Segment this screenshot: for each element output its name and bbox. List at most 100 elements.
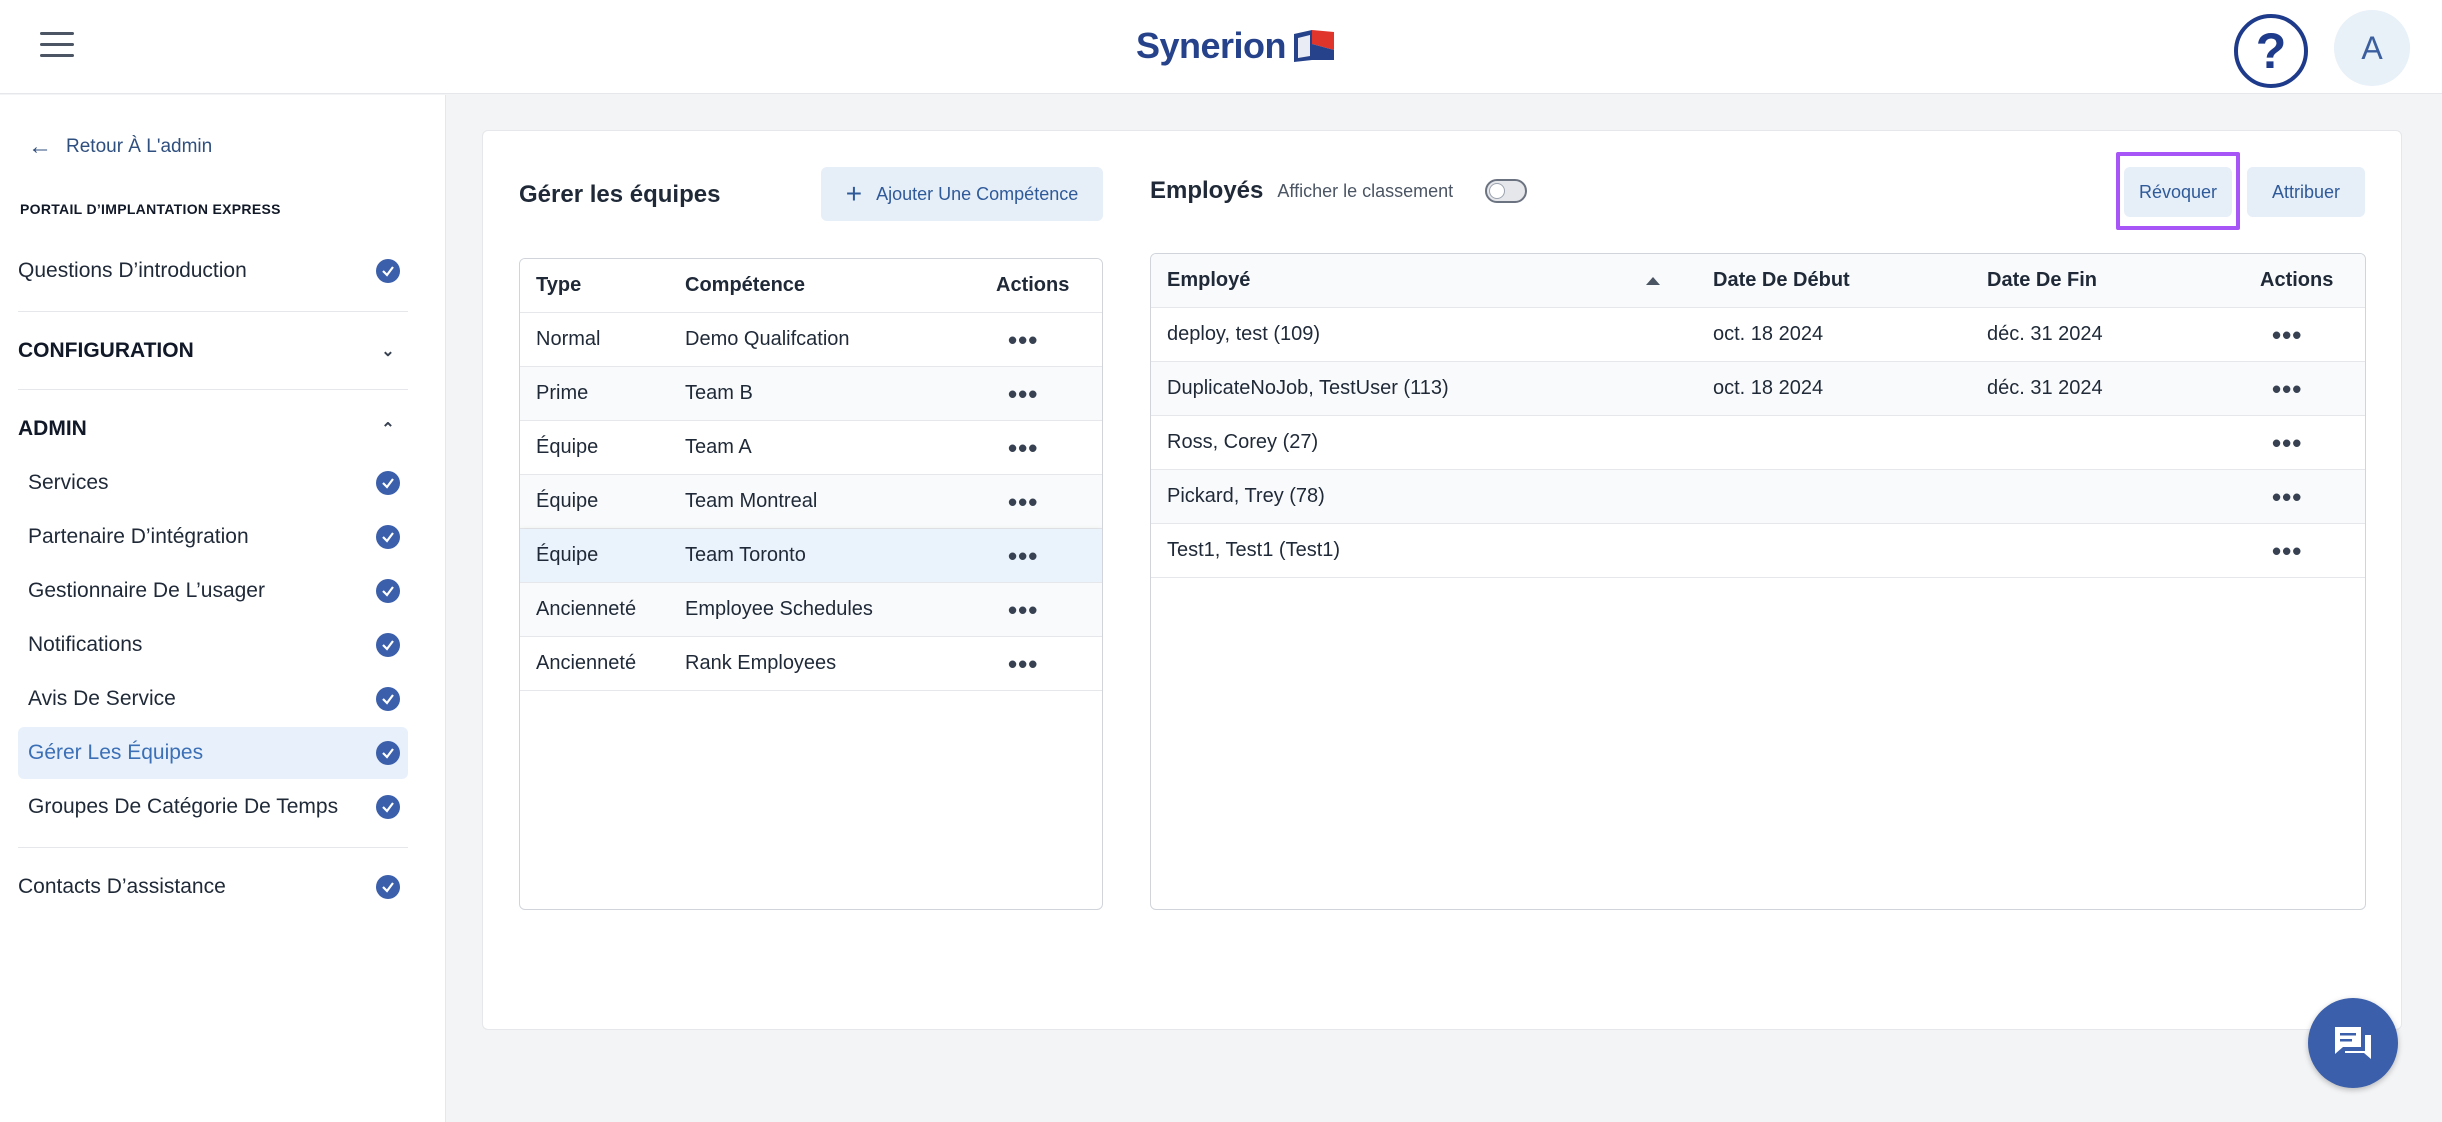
brand-name: Synerion — [1136, 25, 1287, 66]
plus-icon: + — [845, 178, 863, 209]
divider — [18, 389, 408, 390]
top-bar: Synerion ? A — [0, 0, 2442, 94]
more-actions-icon[interactable]: ••• — [2272, 430, 2302, 456]
more-actions-icon[interactable]: ••• — [2272, 484, 2302, 510]
table-row[interactable]: Normal Demo Qualifcation ••• — [520, 313, 1102, 367]
more-actions-icon[interactable]: ••• — [1008, 327, 1038, 353]
cell-skill: Team Toronto — [685, 544, 806, 566]
column-header-end-date[interactable]: Date De Fin — [1987, 269, 2097, 292]
assign-button[interactable]: Attribuer — [2247, 167, 2365, 217]
sidebar-item-label: Groupes De Catégorie De Temps — [28, 795, 339, 818]
sidebar-item-label: Avis De Service — [28, 687, 176, 710]
more-actions-icon[interactable]: ••• — [2272, 376, 2302, 402]
sidebar-item-intro[interactable]: Questions D’introduction — [18, 245, 408, 297]
column-header-employee[interactable]: Employé — [1167, 269, 1250, 292]
divider — [18, 847, 408, 848]
user-avatar[interactable]: A — [2334, 10, 2410, 86]
sidebar-item-time-category-groups[interactable]: Groupes De Catégorie De Temps — [18, 781, 408, 833]
table-header-row: Type Compétence Actions — [520, 259, 1102, 313]
section-label: ADMIN — [18, 417, 87, 440]
cell-end-date: déc. 31 2024 — [1987, 377, 2103, 399]
column-header-actions: Actions — [2260, 269, 2334, 291]
cell-start-date: oct. 18 2024 — [1713, 377, 1824, 399]
cell-employee: DuplicateNoJob, TestUser (113) — [1167, 377, 1449, 399]
column-header-start-date[interactable]: Date De Début — [1713, 269, 1850, 292]
sidebar-item-manage-teams[interactable]: Gérer Les Équipes — [18, 727, 408, 779]
cell-type: Prime — [536, 382, 589, 404]
more-actions-icon[interactable]: ••• — [2272, 538, 2302, 564]
cell-type: Équipe — [536, 544, 599, 566]
check-circle-icon — [376, 471, 400, 495]
show-ranking-label: Afficher le classement — [1277, 180, 1454, 201]
more-actions-icon[interactable]: ••• — [2272, 322, 2302, 348]
cell-type: Équipe — [536, 490, 599, 512]
table-header-row: Employé Date De Début Date De Fin Action… — [1151, 254, 2365, 308]
add-skill-button[interactable]: + Ajouter Une Compétence — [821, 167, 1103, 221]
check-circle-icon — [376, 633, 400, 657]
sidebar-item-notifications[interactable]: Notifications — [18, 619, 408, 671]
check-circle-icon — [376, 741, 400, 765]
table-row[interactable]: Ancienneté Employee Schedules ••• — [520, 583, 1102, 637]
chat-bubble-icon[interactable] — [2308, 998, 2398, 1088]
check-circle-icon — [376, 525, 400, 549]
section-label: CONFIGURATION — [18, 339, 194, 362]
table-row[interactable]: Ross, Corey (27) ••• — [1151, 416, 2365, 470]
check-circle-icon — [376, 795, 400, 819]
cell-employee: Test1, Test1 (Test1) — [1167, 539, 1341, 561]
sidebar-item-user-manager[interactable]: Gestionnaire De L’usager — [18, 565, 408, 617]
cell-skill: Rank Employees — [685, 652, 837, 674]
sidebar-item-label: Gestionnaire De L’usager — [28, 579, 265, 602]
cell-start-date: oct. 18 2024 — [1713, 323, 1824, 345]
more-actions-icon[interactable]: ••• — [1008, 543, 1038, 569]
menu-icon[interactable] — [40, 32, 74, 60]
sidebar-item-integration-partner[interactable]: Partenaire D’intégration — [18, 511, 408, 563]
synerion-logo: Synerion — [1136, 22, 1335, 70]
sidebar-item-support-contacts[interactable]: Contacts D’assistance — [18, 861, 408, 913]
sidebar: ← Retour À L'admin PORTAIL D’IMPLANTATIO… — [0, 95, 446, 1122]
sidebar-item-service-notice[interactable]: Avis De Service — [18, 673, 408, 725]
cell-skill: Employee Schedules — [685, 598, 873, 620]
cell-employee: Ross, Corey (27) — [1167, 431, 1319, 453]
employees-title: Employés — [1150, 177, 1264, 204]
column-header-skill[interactable]: Compétence — [685, 274, 805, 297]
chat-glyph — [2335, 1027, 2371, 1059]
more-actions-icon[interactable]: ••• — [1008, 651, 1038, 677]
cell-end-date: déc. 31 2024 — [1987, 323, 2103, 345]
table-row[interactable]: Pickard, Trey (78) ••• — [1151, 470, 2365, 524]
column-header-actions: Actions — [996, 274, 1070, 296]
table-row[interactable]: deploy, test (109) oct. 18 2024 déc. 31 … — [1151, 308, 2365, 362]
column-header-type[interactable]: Type — [536, 274, 581, 297]
show-ranking-toggle[interactable] — [1485, 179, 1528, 203]
more-actions-icon[interactable]: ••• — [1008, 381, 1038, 407]
section-configuration[interactable]: CONFIGURATION ⌄ — [18, 325, 408, 377]
cell-employee: deploy, test (109) — [1167, 323, 1321, 345]
table-row[interactable]: Test1, Test1 (Test1) ••• — [1151, 524, 2365, 578]
table-row[interactable]: Prime Team B ••• — [520, 367, 1102, 421]
divider — [18, 311, 408, 312]
back-link-label: Retour À L'admin — [66, 136, 213, 157]
check-circle-icon — [376, 875, 400, 899]
sidebar-item-label: Gérer Les Équipes — [28, 741, 204, 764]
sidebar-item-services[interactable]: Services — [18, 457, 408, 509]
table-row[interactable]: Ancienneté Rank Employees ••• — [520, 637, 1102, 691]
more-actions-icon[interactable]: ••• — [1008, 435, 1038, 461]
back-to-admin-link[interactable]: ← Retour À L'admin — [28, 133, 212, 161]
sidebar-item-label: Questions D’introduction — [18, 259, 247, 282]
portal-title: PORTAIL D’IMPLANTATION EXPRESS — [20, 201, 281, 217]
more-actions-icon[interactable]: ••• — [1008, 597, 1038, 623]
cell-skill: Team Montreal — [685, 490, 818, 512]
table-row[interactable]: Équipe Team A ••• — [520, 421, 1102, 475]
sort-ascending-icon[interactable] — [1646, 277, 1660, 285]
more-actions-icon[interactable]: ••• — [1008, 489, 1038, 515]
revoke-button-highlight — [2116, 152, 2240, 230]
table-row[interactable]: DuplicateNoJob, TestUser (113) oct. 18 2… — [1151, 362, 2365, 416]
cell-skill: Demo Qualifcation — [685, 328, 850, 350]
table-row[interactable]: Équipe Team Montreal ••• — [520, 475, 1102, 529]
employees-table: Employé Date De Début Date De Fin Action… — [1150, 253, 2366, 910]
help-icon[interactable]: ? — [2234, 14, 2308, 88]
manage-teams-card: Gérer les équipes + Ajouter Une Compéten… — [482, 130, 2402, 1030]
section-admin[interactable]: ADMIN ⌃ — [18, 403, 408, 455]
cell-type: Équipe — [536, 436, 599, 458]
table-row-selected[interactable]: Équipe Team Toronto ••• — [520, 529, 1102, 583]
arrow-left-icon: ← — [28, 133, 52, 160]
